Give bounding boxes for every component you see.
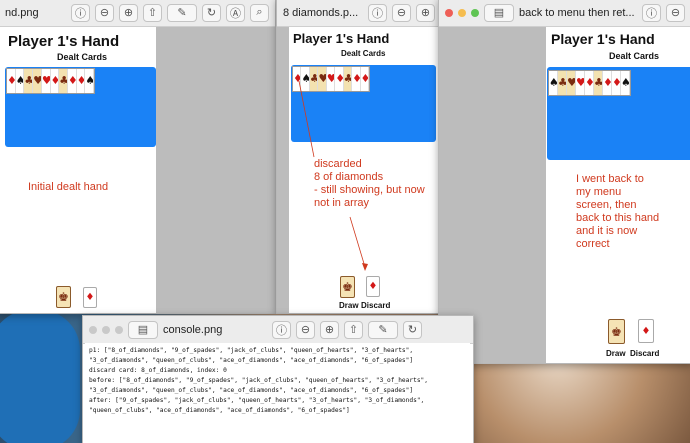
hand-title: Player 1's Hand	[8, 33, 120, 50]
console-line: after: ["9_of_spades", "jack_of_clubs", …	[89, 397, 425, 404]
zoom-in-icon[interactable]: ⊕	[416, 3, 435, 22]
toolbar: ▤ console.png ⓘ ⊖ ⊕ ⇧ ✎ ↻	[83, 316, 473, 344]
empty-canvas	[439, 27, 546, 363]
card[interactable]: ♠	[16, 69, 25, 93]
zoom-out-icon[interactable]: ⊖	[392, 3, 411, 22]
dealt-cards-label: Dealt Cards	[57, 52, 108, 62]
zoom-in-icon[interactable]: ⊕	[119, 3, 138, 22]
annotation-line: I went back to	[576, 173, 644, 185]
draw-deck-icon[interactable]: ♚	[340, 276, 355, 298]
share-icon[interactable]: ⇧	[344, 320, 363, 339]
toolbar: nd.png ⓘ ⊖ ⊕ ⇧ ✎ ↻ Ⓐ ⌕	[0, 0, 275, 27]
image-content: Player 1's Hand Dealt Cards ♠ ♣ ♥ ♥ ♦ ♣ …	[439, 27, 690, 363]
card[interactable]: ♠	[85, 69, 94, 93]
annotation-line: back to this hand	[576, 212, 660, 224]
background-jacket	[0, 310, 80, 443]
console-output: p1: ["8_of_diamonds", "9_of_spades", "ja…	[85, 343, 470, 443]
zoom-out-icon[interactable]: ⊖	[666, 3, 685, 22]
hand-title: Player 1's Hand	[551, 31, 655, 47]
dealt-cards-label: Dealt Cards	[609, 51, 660, 61]
rotate-icon[interactable]: ↻	[403, 320, 422, 339]
card[interactable]: ♥	[576, 71, 585, 95]
markup-icon[interactable]: ✎	[368, 320, 398, 339]
card[interactable]: ♠	[549, 71, 558, 95]
console-line: discard card: 8_of_diamonds, index: 0	[89, 367, 227, 374]
info-icon[interactable]: ⓘ	[368, 3, 387, 22]
window-title: nd.png	[5, 6, 39, 19]
annotation-line: my menu	[576, 186, 622, 198]
draw-deck-icon[interactable]: ♚	[608, 319, 625, 344]
card[interactable]: ♠	[621, 71, 630, 95]
info-icon[interactable]: ⓘ	[272, 320, 291, 339]
info-icon[interactable]: ⓘ	[71, 3, 90, 22]
preview-window-middle: 8 diamonds.p... ⓘ ⊖ ⊕ Player 1's Hand De…	[276, 0, 442, 314]
preview-window-left: nd.png ⓘ ⊖ ⊕ ⇧ ✎ ↻ Ⓐ ⌕ Player 1's Hand D…	[0, 0, 276, 314]
sidebar-toggle-icon[interactable]: ▤	[484, 3, 514, 22]
card[interactable]: ♦	[68, 69, 77, 93]
card[interactable]: ♥	[42, 69, 51, 93]
console-line: before: ["8_of_diamonds", "9_of_spades",…	[89, 377, 428, 384]
sidebar-toggle-icon[interactable]: ▤	[128, 320, 158, 339]
arrow-to-discard	[349, 216, 366, 268]
card[interactable]: ♦	[612, 71, 621, 95]
discard-label: Discard	[361, 301, 391, 310]
draw-deck-icon[interactable]: ♚	[56, 286, 71, 308]
annotate-icon[interactable]: Ⓐ	[226, 3, 245, 22]
rotate-icon[interactable]: ↻	[202, 3, 221, 22]
console-line: "3_of_diamonds", "queen_of_clubs", "ace_…	[89, 357, 414, 364]
console-line: "queen_of_clubs", "ace_of_diamonds", "ac…	[89, 407, 350, 414]
info-icon[interactable]: ⓘ	[642, 3, 661, 22]
annotation-text: I went back to my menu screen, then back…	[576, 173, 659, 251]
zoom-out-icon[interactable]: ⊖	[95, 3, 114, 22]
window-title: 8 diamonds.p...	[283, 6, 359, 19]
zoom-out-icon[interactable]: ⊖	[296, 320, 315, 339]
card[interactable]: ♣	[558, 71, 567, 95]
preview-window-right: ▤ back to menu then ret... ⓘ ⊖ Player 1'…	[438, 0, 690, 364]
card[interactable]: ♥	[567, 71, 576, 95]
console-line: "3_of_diamonds", "queen_of_clubs", "ace_…	[89, 387, 414, 394]
card[interactable]: ♦	[585, 71, 594, 95]
discard-pile-icon[interactable]: ♦	[366, 276, 380, 297]
search-icon[interactable]: ⌕	[250, 3, 269, 22]
card-row: ♠ ♣ ♥ ♥ ♦ ♣ ♦ ♦ ♠	[548, 70, 631, 96]
maximize-icon[interactable]	[471, 8, 479, 17]
image-content: Player 1's Hand Dealt Cards ♦ ♠ ♣ ♥ ♥ ♦ …	[0, 27, 275, 313]
card-row: ♦ ♠ ♣ ♥ ♥ ♦ ♣ ♦ ♦ ♠	[6, 68, 95, 94]
discard-pile-icon[interactable]: ♦	[83, 287, 97, 308]
minimize-icon[interactable]	[102, 325, 110, 334]
card[interactable]: ♦	[77, 69, 86, 93]
card[interactable]: ♣	[59, 69, 68, 93]
card[interactable]: ♣	[24, 69, 34, 93]
draw-label: Draw	[606, 349, 626, 358]
close-icon[interactable]	[89, 325, 97, 334]
window-title: back to menu then ret...	[519, 6, 635, 19]
console-line: p1: ["8_of_diamonds", "9_of_spades", "ja…	[89, 347, 414, 354]
share-icon[interactable]: ⇧	[143, 3, 162, 22]
window-title: console.png	[163, 323, 223, 336]
toolbar: 8 diamonds.p... ⓘ ⊖ ⊕	[277, 0, 441, 27]
close-icon[interactable]	[445, 8, 453, 17]
zoom-in-icon[interactable]: ⊕	[320, 320, 339, 339]
card[interactable]: ♣	[594, 71, 603, 95]
markup-icon[interactable]: ✎	[167, 3, 197, 22]
toolbar: ▤ back to menu then ret... ⓘ ⊖	[439, 0, 690, 27]
annotation-line: correct	[576, 238, 610, 250]
annotation-arrows	[298, 80, 368, 271]
empty-canvas	[156, 27, 275, 313]
annotation-text: Initial dealt hand	[28, 181, 109, 193]
image-content: Player 1's Hand Dealt Cards ♦ ♠ ♣ ♥ ♥ ♦ …	[277, 27, 441, 313]
annotation-line: screen, then	[576, 199, 637, 211]
annotation-line: and it is now	[576, 225, 638, 237]
arrow-to-card	[298, 80, 315, 158]
discard-pile-icon[interactable]: ♦	[638, 319, 654, 343]
card[interactable]: ♦	[51, 69, 60, 93]
arrowhead	[362, 263, 368, 271]
discard-label: Discard	[630, 349, 660, 358]
card[interactable]: ♥	[33, 69, 42, 93]
card[interactable]: ♦	[7, 69, 16, 93]
maximize-icon[interactable]	[115, 325, 123, 334]
minimize-icon[interactable]	[458, 8, 466, 17]
card[interactable]: ♦	[603, 71, 612, 95]
draw-label: Draw	[339, 301, 359, 310]
